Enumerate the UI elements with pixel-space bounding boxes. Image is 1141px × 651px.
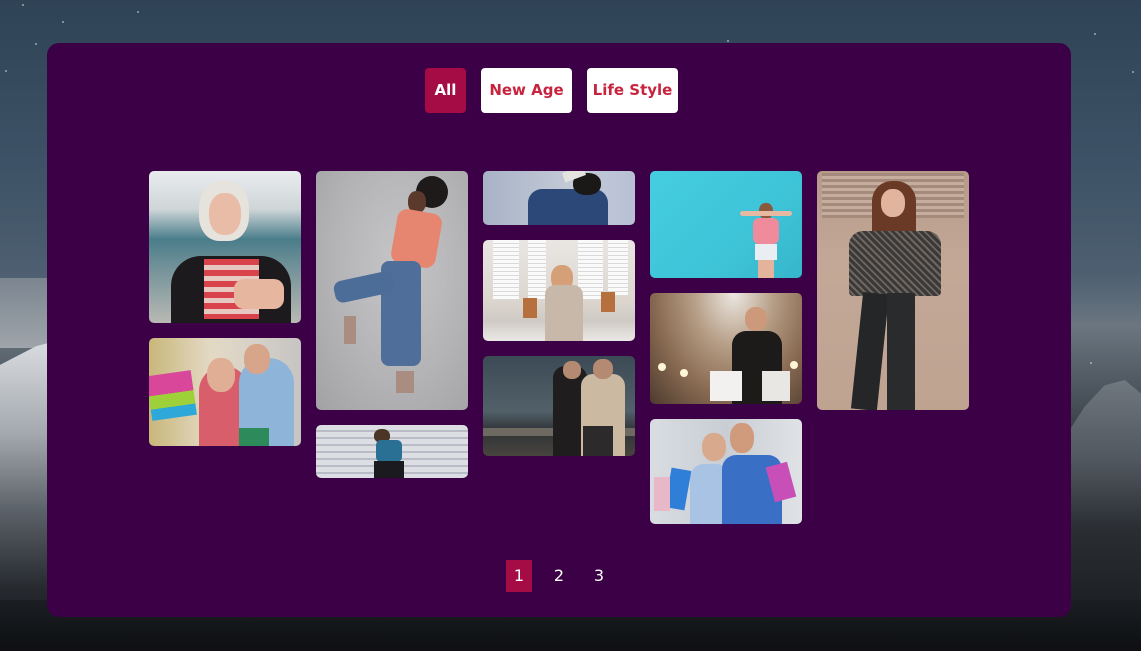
photo-subject (374, 461, 404, 478)
photo-subject (881, 189, 905, 217)
photo-subject (396, 371, 414, 393)
photo-subject (702, 433, 726, 461)
gallery-panel: All New Age Life Style 1 2 3 (47, 43, 1071, 617)
star (22, 4, 24, 6)
photo-subject (244, 344, 270, 374)
photo-subject (740, 211, 792, 216)
photo-subject (753, 218, 779, 244)
star (1090, 362, 1092, 364)
photo-subject (745, 307, 767, 331)
star (35, 43, 37, 45)
gallery-photo[interactable] (650, 419, 802, 524)
gallery-photo[interactable] (149, 171, 301, 323)
gallery-photo[interactable] (483, 356, 635, 456)
photo-subject (563, 361, 581, 379)
photo-subject (790, 361, 798, 369)
photo-subject (545, 285, 583, 341)
star (1094, 33, 1096, 35)
gallery-photo[interactable] (650, 293, 802, 404)
page-1-button[interactable]: 1 (506, 560, 532, 592)
photo-subject (654, 477, 670, 511)
star (62, 21, 64, 23)
photo-subject (658, 363, 666, 371)
photo-subject (583, 426, 613, 456)
background-haze (0, 278, 50, 348)
filter-life-style-button[interactable]: Life Style (587, 68, 678, 113)
photo-subject (850, 291, 890, 410)
photo-subject (523, 298, 537, 318)
page-2-button[interactable]: 2 (546, 560, 572, 592)
gallery-photo[interactable] (483, 240, 635, 341)
photo-subject (234, 279, 284, 309)
photo-subject (528, 189, 608, 225)
photo-subject (730, 423, 754, 453)
photo-subject (209, 193, 241, 235)
star (727, 40, 729, 42)
photo-subject (239, 428, 269, 446)
photo-subject (601, 292, 615, 312)
star (1132, 71, 1134, 73)
photo-subject (207, 358, 235, 392)
photo-subject (680, 369, 688, 377)
filter-bar: All New Age Life Style (425, 68, 678, 113)
gallery-photo[interactable] (483, 171, 635, 225)
gallery-photo[interactable] (316, 171, 468, 410)
photo-subject (376, 440, 402, 462)
photo-subject (849, 231, 941, 296)
photo-subject (149, 370, 197, 421)
photo-subject (762, 371, 790, 401)
gallery-photo[interactable] (817, 171, 969, 410)
photo-subject (493, 240, 519, 300)
photo-subject (528, 240, 546, 300)
photo-subject (593, 359, 613, 379)
filter-new-age-button[interactable]: New Age (481, 68, 572, 113)
gallery-photo[interactable] (316, 425, 468, 478)
photo-subject (887, 293, 915, 410)
gallery-photo[interactable] (149, 338, 301, 446)
gallery-photo[interactable] (650, 171, 802, 278)
star (137, 11, 139, 13)
photo-subject (755, 244, 777, 260)
page-3-button[interactable]: 3 (586, 560, 612, 592)
star (5, 70, 7, 72)
filter-all-button[interactable]: All (425, 68, 466, 113)
photo-subject (344, 316, 356, 344)
photo-subject (758, 260, 774, 278)
pagination: 1 2 3 (506, 560, 612, 592)
photo-subject (608, 240, 628, 295)
photo-subject (710, 371, 742, 401)
